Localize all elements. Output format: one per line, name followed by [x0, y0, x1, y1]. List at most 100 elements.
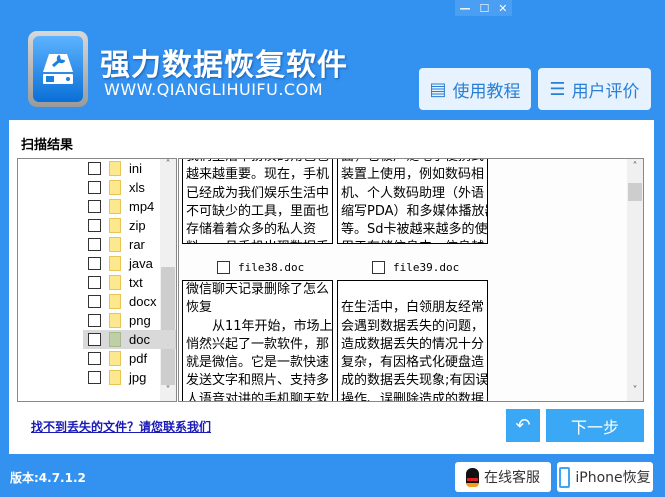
maximize-button[interactable]: ☐ — [479, 2, 489, 15]
preview-text-line: 在生活中，白领朋友经常 — [341, 300, 485, 316]
qq-penguin-icon — [466, 467, 479, 487]
tree-item-doc[interactable]: doc — [83, 330, 176, 349]
preview-text-line: 越来越重要。现在，手机 — [186, 167, 330, 183]
preview-text-line: 从11年开始，市场上 — [186, 318, 333, 334]
file-preview-panel: ˄ ˅ 我们生活中扮演的角色也越来越重要。现在，手机已经成为我们娱乐生活中不可缺… — [178, 158, 644, 402]
checkbox[interactable] — [88, 295, 101, 308]
iphone-recovery-button[interactable]: iPhone恢复 — [557, 462, 653, 492]
file-name: file38.doc — [238, 261, 305, 274]
preview-text-line: 成的数据丢失现象;有因误 — [341, 373, 488, 389]
preview-text-line: 会遇到数据丢失的问题， — [341, 318, 485, 334]
checkbox[interactable] — [88, 200, 101, 213]
iphone-recovery-label: iPhone恢复 — [575, 470, 651, 486]
checkbox[interactable] — [88, 238, 101, 251]
tree-item-label: docx — [129, 294, 157, 309]
review-label: 用户评价 — [571, 81, 640, 102]
tree-item-ini[interactable]: ini — [83, 159, 176, 178]
next-step-button[interactable]: 下一步 — [546, 409, 644, 442]
folder-icon — [109, 199, 121, 214]
folder-icon — [109, 180, 121, 195]
file-checkbox[interactable] — [217, 261, 230, 274]
checkbox[interactable] — [88, 371, 101, 384]
tree-item-png[interactable]: png — [83, 311, 176, 330]
back-button[interactable]: ↶ — [506, 409, 540, 442]
tree-item-jpg[interactable]: jpg — [83, 368, 176, 387]
tree-item-txt[interactable]: txt — [83, 273, 176, 292]
tree-item-label: pdf — [129, 351, 148, 366]
contact-us-link[interactable]: 找不到丢失的文件？请您联系我们 — [31, 418, 211, 435]
folder-icon — [109, 332, 121, 347]
preview-text-line: 装置上使用，例如数码相 — [341, 167, 485, 183]
preview-text-line: 发送文字和照片、支持多 — [186, 373, 330, 389]
folder-icon — [109, 313, 121, 328]
window-controls: — ☐ ✕ — [455, 0, 512, 16]
preview-text-line: 存储着着众多的私人资 — [186, 222, 317, 238]
phone-icon — [559, 466, 571, 488]
preview-scrollbar[interactable]: ˄ ˅ — [627, 159, 643, 401]
tree-item-label: png — [129, 313, 151, 328]
preview-text-line — [341, 281, 484, 299]
preview-card[interactable]: 面，它被广泛地于便携式装置上使用，例如数码相机、个人数码助理（外语缩写PDA）和… — [337, 159, 488, 244]
tree-item-label: xls — [129, 180, 145, 195]
file-item[interactable]: file38.doc — [217, 261, 304, 274]
online-service-button[interactable]: 在线客服 — [455, 462, 551, 492]
preview-text-line: 用于存储信息中。信息越 — [341, 239, 484, 243]
back-arrow-icon: ↶ — [515, 415, 531, 436]
preview-text-line: 缩写PDA）和多媒体播放器 — [341, 203, 488, 219]
folder-icon — [109, 351, 121, 366]
app-url: WWW.QIANGLIHUIFU.COM — [104, 80, 323, 99]
review-button[interactable]: ☰ 用户评价 — [538, 68, 651, 110]
scroll-down-arrow[interactable]: ˅ — [627, 385, 643, 401]
folder-icon — [109, 256, 121, 271]
tree-item-rar[interactable]: rar — [83, 235, 176, 254]
checkbox[interactable] — [88, 352, 101, 365]
file-type-tree: ˄ ˅ ini xls mp4 zip rar java txt docx png doc pdf j… — [17, 158, 177, 402]
folder-icon — [109, 370, 121, 385]
preview-card[interactable]: 我们生活中扮演的角色也越来越重要。现在，手机已经成为我们娱乐生活中不可缺少的工具… — [182, 159, 333, 244]
checkbox[interactable] — [88, 181, 101, 194]
tree-item-label: java — [129, 256, 153, 271]
file-item[interactable]: file39.doc — [372, 261, 459, 274]
checkbox[interactable] — [88, 276, 101, 289]
checkbox[interactable] — [88, 219, 101, 232]
minimize-button[interactable]: — — [459, 2, 470, 15]
preview-text-line: 悄然兴起了一款软件，那 — [186, 336, 330, 352]
tutorial-label: 使用教程 — [452, 81, 521, 102]
checkbox[interactable] — [88, 257, 101, 270]
tree-item-java[interactable]: java — [83, 254, 176, 273]
tree-item-label: doc — [129, 332, 150, 347]
preview-text-line: 我们生活中扮演的角色也 — [186, 159, 329, 166]
tree-item-pdf[interactable]: pdf — [83, 349, 176, 368]
tree-item-label: mp4 — [129, 199, 155, 214]
scroll-thumb[interactable] — [628, 183, 642, 201]
file-checkbox[interactable] — [372, 261, 385, 274]
preview-card[interactable]: 在生活中，白领朋友经常 会遇到数据丢失的问题， 造成数据丢失的情况十分 复杂，有因格式… — [337, 280, 488, 402]
tutorial-button[interactable]: ▤ 使用教程 — [419, 68, 531, 110]
preview-card[interactable]: 微信聊天记录删除了怎么 恢复 从11年开始，市场上 悄然兴起了一款软件，那 就是微信。… — [182, 280, 333, 402]
scroll-down-arrow[interactable]: ˅ — [160, 385, 176, 401]
tree-item-label: jpg — [129, 370, 147, 385]
document-icon: ▤ — [429, 78, 447, 100]
checkbox[interactable] — [88, 314, 101, 327]
folder-icon — [109, 161, 121, 176]
preview-text-line: 造成数据丢失的情况十分 — [341, 336, 485, 352]
tree-item-xls[interactable]: xls — [83, 178, 176, 197]
preview-text-line: 等。Sd卡被越来越多的使 — [341, 222, 488, 238]
app-logo — [28, 31, 88, 107]
folder-icon — [109, 275, 121, 290]
tree-item-zip[interactable]: zip — [83, 216, 176, 235]
scroll-up-arrow[interactable]: ˄ — [627, 161, 643, 177]
preview-text-line: 就是微信。它是一款快速 — [186, 355, 330, 371]
preview-text-line: 复杂，有因格式化硬盘造 — [341, 355, 485, 371]
checkbox[interactable] — [88, 162, 101, 175]
folder-icon — [109, 294, 121, 309]
tree-item-mp4[interactable]: mp4 — [83, 197, 176, 216]
close-button[interactable]: ✕ — [498, 2, 507, 15]
preview-text-line: 操作、误删除造成的数据 — [341, 391, 485, 402]
preview-text-line: 人语音对讲的手机聊天软 — [186, 391, 330, 402]
checkbox[interactable] — [88, 333, 101, 346]
tree-item-docx[interactable]: docx — [83, 292, 176, 311]
folder-icon — [109, 237, 121, 252]
folder-icon — [109, 218, 121, 233]
tree-item-label: txt — [129, 275, 143, 290]
